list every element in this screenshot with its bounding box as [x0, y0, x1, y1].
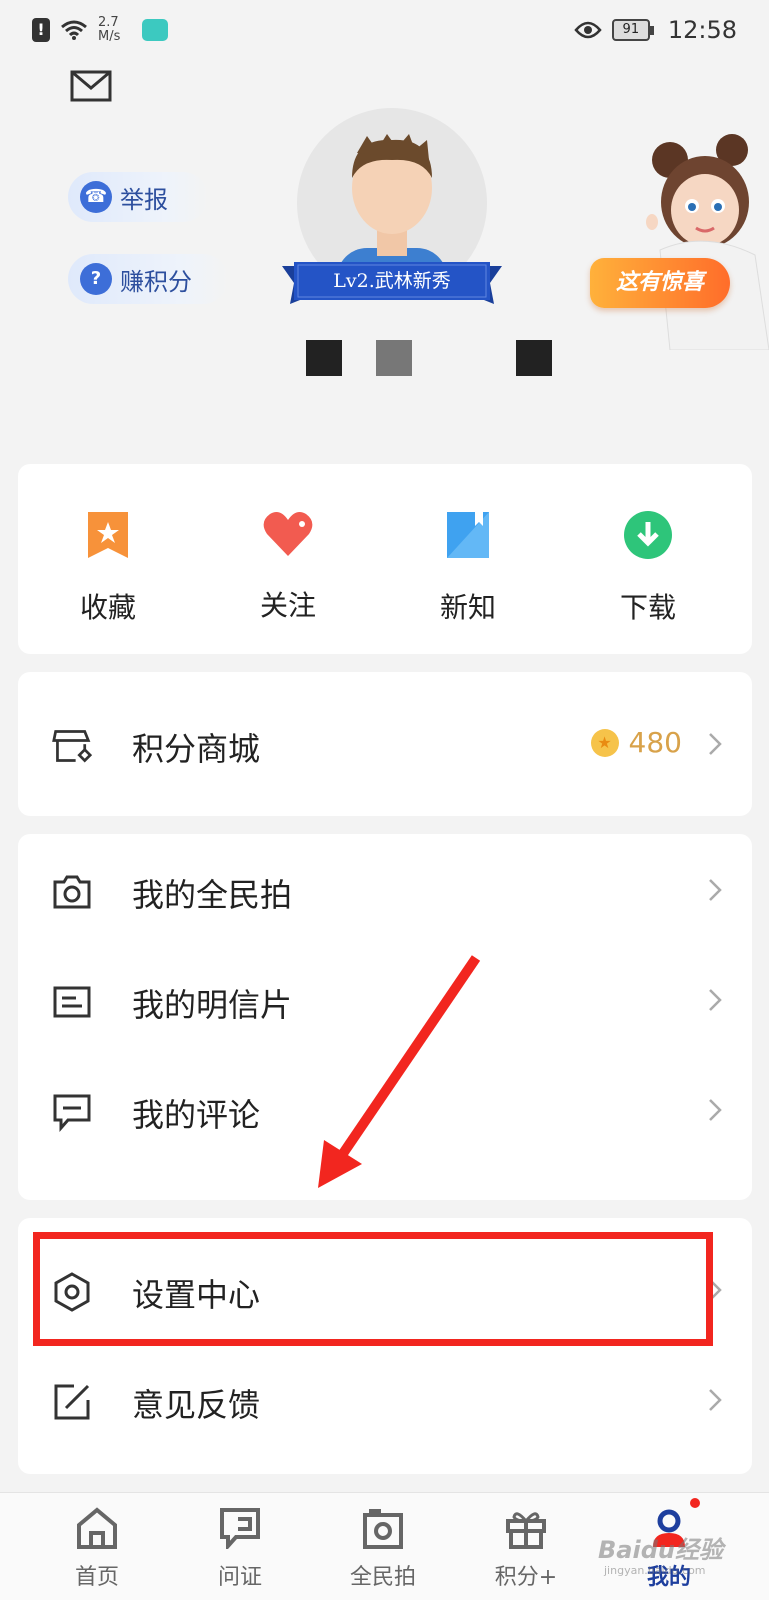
points-balance: ★ 480: [590, 726, 682, 759]
wifi-icon: [61, 20, 87, 40]
watermark-url: jingyan.baidu.com: [604, 1564, 706, 1577]
my-snapshots-label: 我的全民拍: [132, 876, 293, 914]
camera-frame-icon: [363, 1509, 403, 1549]
eye-icon: [574, 21, 602, 39]
quick-favorites-label: 收藏: [79, 591, 136, 624]
surprise-button[interactable]: 这有惊喜: [590, 258, 730, 308]
phone-report-icon: ☎: [80, 181, 112, 213]
nav-home-label: 首页: [74, 1565, 119, 1590]
notification-alert-icon: !: [32, 18, 50, 42]
watermark: Baidu经验: [598, 1536, 723, 1564]
comment-icon: [53, 1094, 91, 1132]
query-icon: [220, 1508, 260, 1552]
coin-question-icon: ?: [80, 263, 112, 295]
my-snapshots-row[interactable]: 我的全民拍: [18, 834, 752, 944]
chevron-right-icon: [709, 1389, 722, 1411]
quick-new-knowledge-label: 新知: [439, 591, 496, 624]
my-comments-row[interactable]: 我的评论: [18, 1054, 752, 1164]
nav-points-label: 积分+: [494, 1565, 558, 1590]
quick-download-label: 下载: [619, 591, 676, 624]
mail-icon[interactable]: [70, 70, 112, 102]
feedback-row[interactable]: 意见反馈: [18, 1344, 752, 1454]
points-value: 480: [628, 726, 682, 759]
quick-actions-card: 收藏 关注 新知 下载: [18, 464, 752, 654]
my-postcards-row[interactable]: 我的明信片: [18, 944, 752, 1054]
mascot-girl-illustration: [646, 134, 769, 350]
nav-points[interactable]: 积分+: [471, 1507, 581, 1591]
download-icon: [624, 511, 672, 559]
quick-follow-label: 关注: [259, 589, 316, 622]
chevron-right-icon: [709, 989, 722, 1011]
postcard-icon: [53, 986, 91, 1018]
gift-icon: [506, 1512, 546, 1549]
level-badge: Lv2.武林新秀: [333, 270, 451, 292]
notification-dot: [690, 1498, 700, 1508]
bookmark-star-icon: [88, 512, 128, 558]
heart-icon: [263, 512, 313, 556]
feedback-label: 意见反馈: [132, 1386, 261, 1424]
quick-follow[interactable]: 关注: [228, 510, 348, 624]
annotation-highlight-box: [33, 1232, 713, 1346]
points-mall-card: 积分商城 ★ 480: [18, 672, 752, 816]
earn-points-label: 赚积分: [120, 267, 192, 296]
points-mall-label: 积分商城: [132, 730, 261, 768]
nav-snapshot[interactable]: 全民拍: [328, 1507, 438, 1591]
points-mall-row[interactable]: 积分商城 ★ 480: [18, 688, 752, 798]
my-comments-label: 我的评论: [132, 1096, 261, 1134]
chevron-right-icon: [709, 733, 722, 755]
chevron-right-icon: [709, 879, 722, 901]
store-icon: [52, 730, 92, 763]
network-speed: 2.7 M/s: [98, 15, 121, 44]
report-label: 举报: [120, 185, 168, 214]
status-bar: ! 2.7 M/s 91 12:58: [0, 0, 769, 60]
edit-feedback-icon: [54, 1384, 90, 1420]
report-button[interactable]: ☎ 举报: [68, 172, 208, 222]
nav-home[interactable]: 首页: [42, 1507, 152, 1591]
star-coin-icon: ★: [590, 728, 619, 757]
quick-favorites[interactable]: 收藏: [48, 510, 168, 626]
username-redacted: [306, 340, 586, 376]
nav-query-label: 问证: [217, 1565, 262, 1590]
chevron-right-icon: [709, 1099, 722, 1121]
book-icon: [447, 512, 489, 558]
health-app-icon: [142, 19, 168, 41]
nav-snapshot-label: 全民拍: [349, 1565, 416, 1590]
earn-points-button[interactable]: ? 赚积分: [68, 254, 228, 304]
battery-indicator: 91: [611, 19, 654, 41]
nav-query[interactable]: 问证: [185, 1507, 295, 1591]
quick-download[interactable]: 下载: [588, 510, 708, 626]
quick-new-knowledge[interactable]: 新知: [408, 510, 528, 626]
clock: 12:58: [667, 16, 737, 44]
my-content-card: 我的全民拍 我的明信片 我的评论: [18, 834, 752, 1200]
home-icon: [77, 1507, 117, 1549]
camera-icon: [53, 875, 91, 909]
my-postcards-label: 我的明信片: [132, 986, 293, 1024]
